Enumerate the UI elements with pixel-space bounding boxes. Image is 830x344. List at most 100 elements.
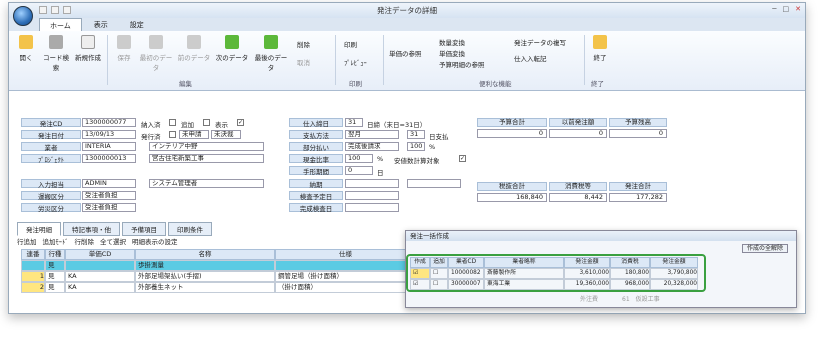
inspection-date-field[interactable] [345, 191, 399, 200]
table-row[interactable]: 2 見 KA 外部養生ネット （掛け面積） [21, 282, 416, 293]
delivery-extra-field[interactable] [407, 179, 461, 188]
clear-all-button[interactable]: 作成の全解除 [742, 244, 789, 253]
issued-label: 発行済 [141, 133, 161, 141]
group-tools: 便利な機能 [479, 80, 512, 88]
title-bar: 発注データの詳細 ─ □ ✕ [9, 3, 805, 18]
closing-note: 日締（末日=31日） [367, 121, 427, 129]
disk-icon [117, 35, 131, 49]
price-ref-button[interactable]: 単価の参照 [389, 48, 422, 58]
maximize-icon[interactable]: □ [783, 5, 790, 13]
price-convert-button[interactable]: 単価変換 [439, 48, 465, 58]
tab-order-details[interactable]: 発注明細 [17, 222, 61, 236]
transport-select[interactable]: 受注者負担 [82, 191, 136, 200]
subtotal-value: 168,840 [477, 193, 547, 202]
binoculars-icon [49, 35, 63, 49]
label-vendor: 業者 [21, 142, 81, 152]
tab-notes[interactable]: 特記事項・他 [63, 222, 120, 236]
add-check[interactable] [203, 119, 210, 126]
delete-button[interactable]: 削除 [297, 39, 310, 49]
order-cd-field[interactable]: 1300000077 [82, 118, 136, 127]
first-record-button[interactable]: 最初のデータ [139, 35, 173, 72]
tab-print-conditions[interactable]: 印刷条件 [168, 222, 212, 236]
col-kind: 行種 [45, 249, 65, 260]
unapproved-badge: 未決裁 [211, 130, 241, 139]
safety-check[interactable]: ✓ [459, 155, 466, 162]
new-button[interactable]: 新規作成 [73, 35, 103, 62]
order-date-field[interactable]: 13/09/13 [82, 130, 136, 139]
print-button[interactable]: 印刷 [344, 39, 357, 49]
minimize-icon[interactable]: ─ [772, 5, 776, 13]
label-transport: 運搬区分 [21, 191, 81, 201]
partial-pct-unit: % [429, 143, 436, 151]
tab-home[interactable]: ホーム [39, 18, 82, 31]
dialog-title: 発注一括作成 [406, 231, 796, 241]
partial-select[interactable]: 完成後請求 [345, 142, 399, 151]
cash-ratio-field[interactable]: 100 [345, 154, 373, 163]
cancel-button[interactable]: 取消 [297, 57, 310, 67]
highlight-box [406, 254, 706, 292]
last-record-button[interactable]: 最後のデータ [253, 35, 289, 72]
cash-pct-unit: % [377, 155, 384, 163]
tab-spare[interactable]: 予備項目 [122, 222, 166, 236]
project-code-field[interactable]: 1300000013 [82, 154, 136, 163]
delivery-date-field[interactable] [345, 179, 399, 188]
app-orb[interactable] [13, 6, 33, 26]
closing-day-field[interactable]: 31 [345, 118, 363, 127]
label-payment: 支払方法 [289, 130, 343, 140]
label-cash: 現金比率 [289, 154, 343, 164]
label-order-cd: 発注CD [21, 118, 81, 128]
display-settings-button[interactable]: 明細表示の設定 [132, 236, 178, 246]
table-row[interactable]: 見歩掛測量 [21, 260, 416, 271]
exit-button[interactable]: 終了 [589, 35, 611, 62]
labor-select[interactable]: 受注者負担 [82, 203, 136, 212]
bill-days-field[interactable]: 0 [345, 166, 373, 175]
add-label: 追加 [181, 121, 194, 129]
issued-check[interactable] [169, 131, 176, 138]
tab-settings[interactable]: 設定 [120, 18, 154, 31]
next-record-button[interactable]: 次のデータ [215, 35, 249, 62]
save-button[interactable]: 保存 [113, 35, 135, 62]
payment-note: 日支払 [429, 133, 449, 141]
code-search-button[interactable]: コード検索 [41, 35, 71, 72]
col-name: 名称 [135, 249, 275, 260]
project-name-field: 宮古住宅新築工事 [149, 154, 264, 163]
budget-remain-header: 予算残高 [609, 118, 667, 127]
ribbon: 開く コード検索 新規作成 保存 最初のデータ 前のデータ 次のデータ 最後のデ… [9, 31, 805, 91]
partial-pct-field[interactable]: 100 [407, 142, 425, 151]
window-title: 発注データの詳細 [377, 6, 437, 15]
completion-date-field[interactable] [345, 203, 399, 212]
budget-ref-button[interactable]: 予算明細の参照 [439, 59, 485, 69]
display-label: 表示 [215, 121, 228, 129]
add-row-button[interactable]: 行追加 [17, 236, 37, 246]
payment-day-field[interactable]: 31 [407, 130, 425, 139]
staff-code-field[interactable]: ADMIN [82, 179, 136, 188]
detail-grid: 連番 行種 単価CD 名称 仕様 見歩掛測量 1 見 KA 外部足場架払い(手摺) 鋼管足場（掛… [21, 249, 416, 293]
group-edit: 編集 [179, 80, 192, 88]
label-labor: 労災区分 [21, 203, 81, 213]
close-icon[interactable]: ✕ [795, 5, 801, 13]
open-button[interactable]: 開く [15, 35, 37, 62]
select-all-button[interactable]: 全て選択 [100, 236, 126, 246]
col-no: 連番 [21, 249, 45, 260]
vendor-code-field[interactable]: INTERIA [82, 142, 136, 151]
tab-view[interactable]: 表示 [84, 18, 118, 31]
label-delivery: 納期 [289, 179, 343, 189]
prev-record-button[interactable]: 前のデータ [177, 35, 211, 62]
order-total-value: 177,282 [609, 193, 667, 202]
copy-order-button[interactable]: 発注データの複写 [514, 37, 566, 47]
bill-days-unit: 日 [377, 169, 384, 177]
transfer-button[interactable]: 仕入入転記 [514, 53, 547, 63]
delivered-check[interactable] [169, 119, 176, 126]
label-project: ﾌﾟﾛｼﾞｪｸﾄ [21, 154, 81, 164]
qty-convert-button[interactable]: 数量変換 [439, 37, 465, 47]
label-order-date: 発注日付 [21, 130, 81, 140]
display-check[interactable]: ✓ [237, 119, 244, 126]
table-row[interactable]: 1 見 KA 外部足場架払い(手摺) 鋼管足場（掛け面積） [21, 271, 416, 282]
delete-row-button[interactable]: 行削除 [75, 236, 95, 246]
payment-select[interactable]: 翌月 [345, 130, 399, 139]
add-mode-button[interactable]: 追加ﾓｰﾄﾞ [43, 236, 69, 246]
delivered-label: 納入済 [141, 121, 161, 129]
folder-icon [19, 35, 33, 49]
label-closing: 仕入締日 [289, 118, 343, 128]
preview-button[interactable]: ﾌﾟﾚﾋﾞｭｰ [344, 57, 367, 67]
